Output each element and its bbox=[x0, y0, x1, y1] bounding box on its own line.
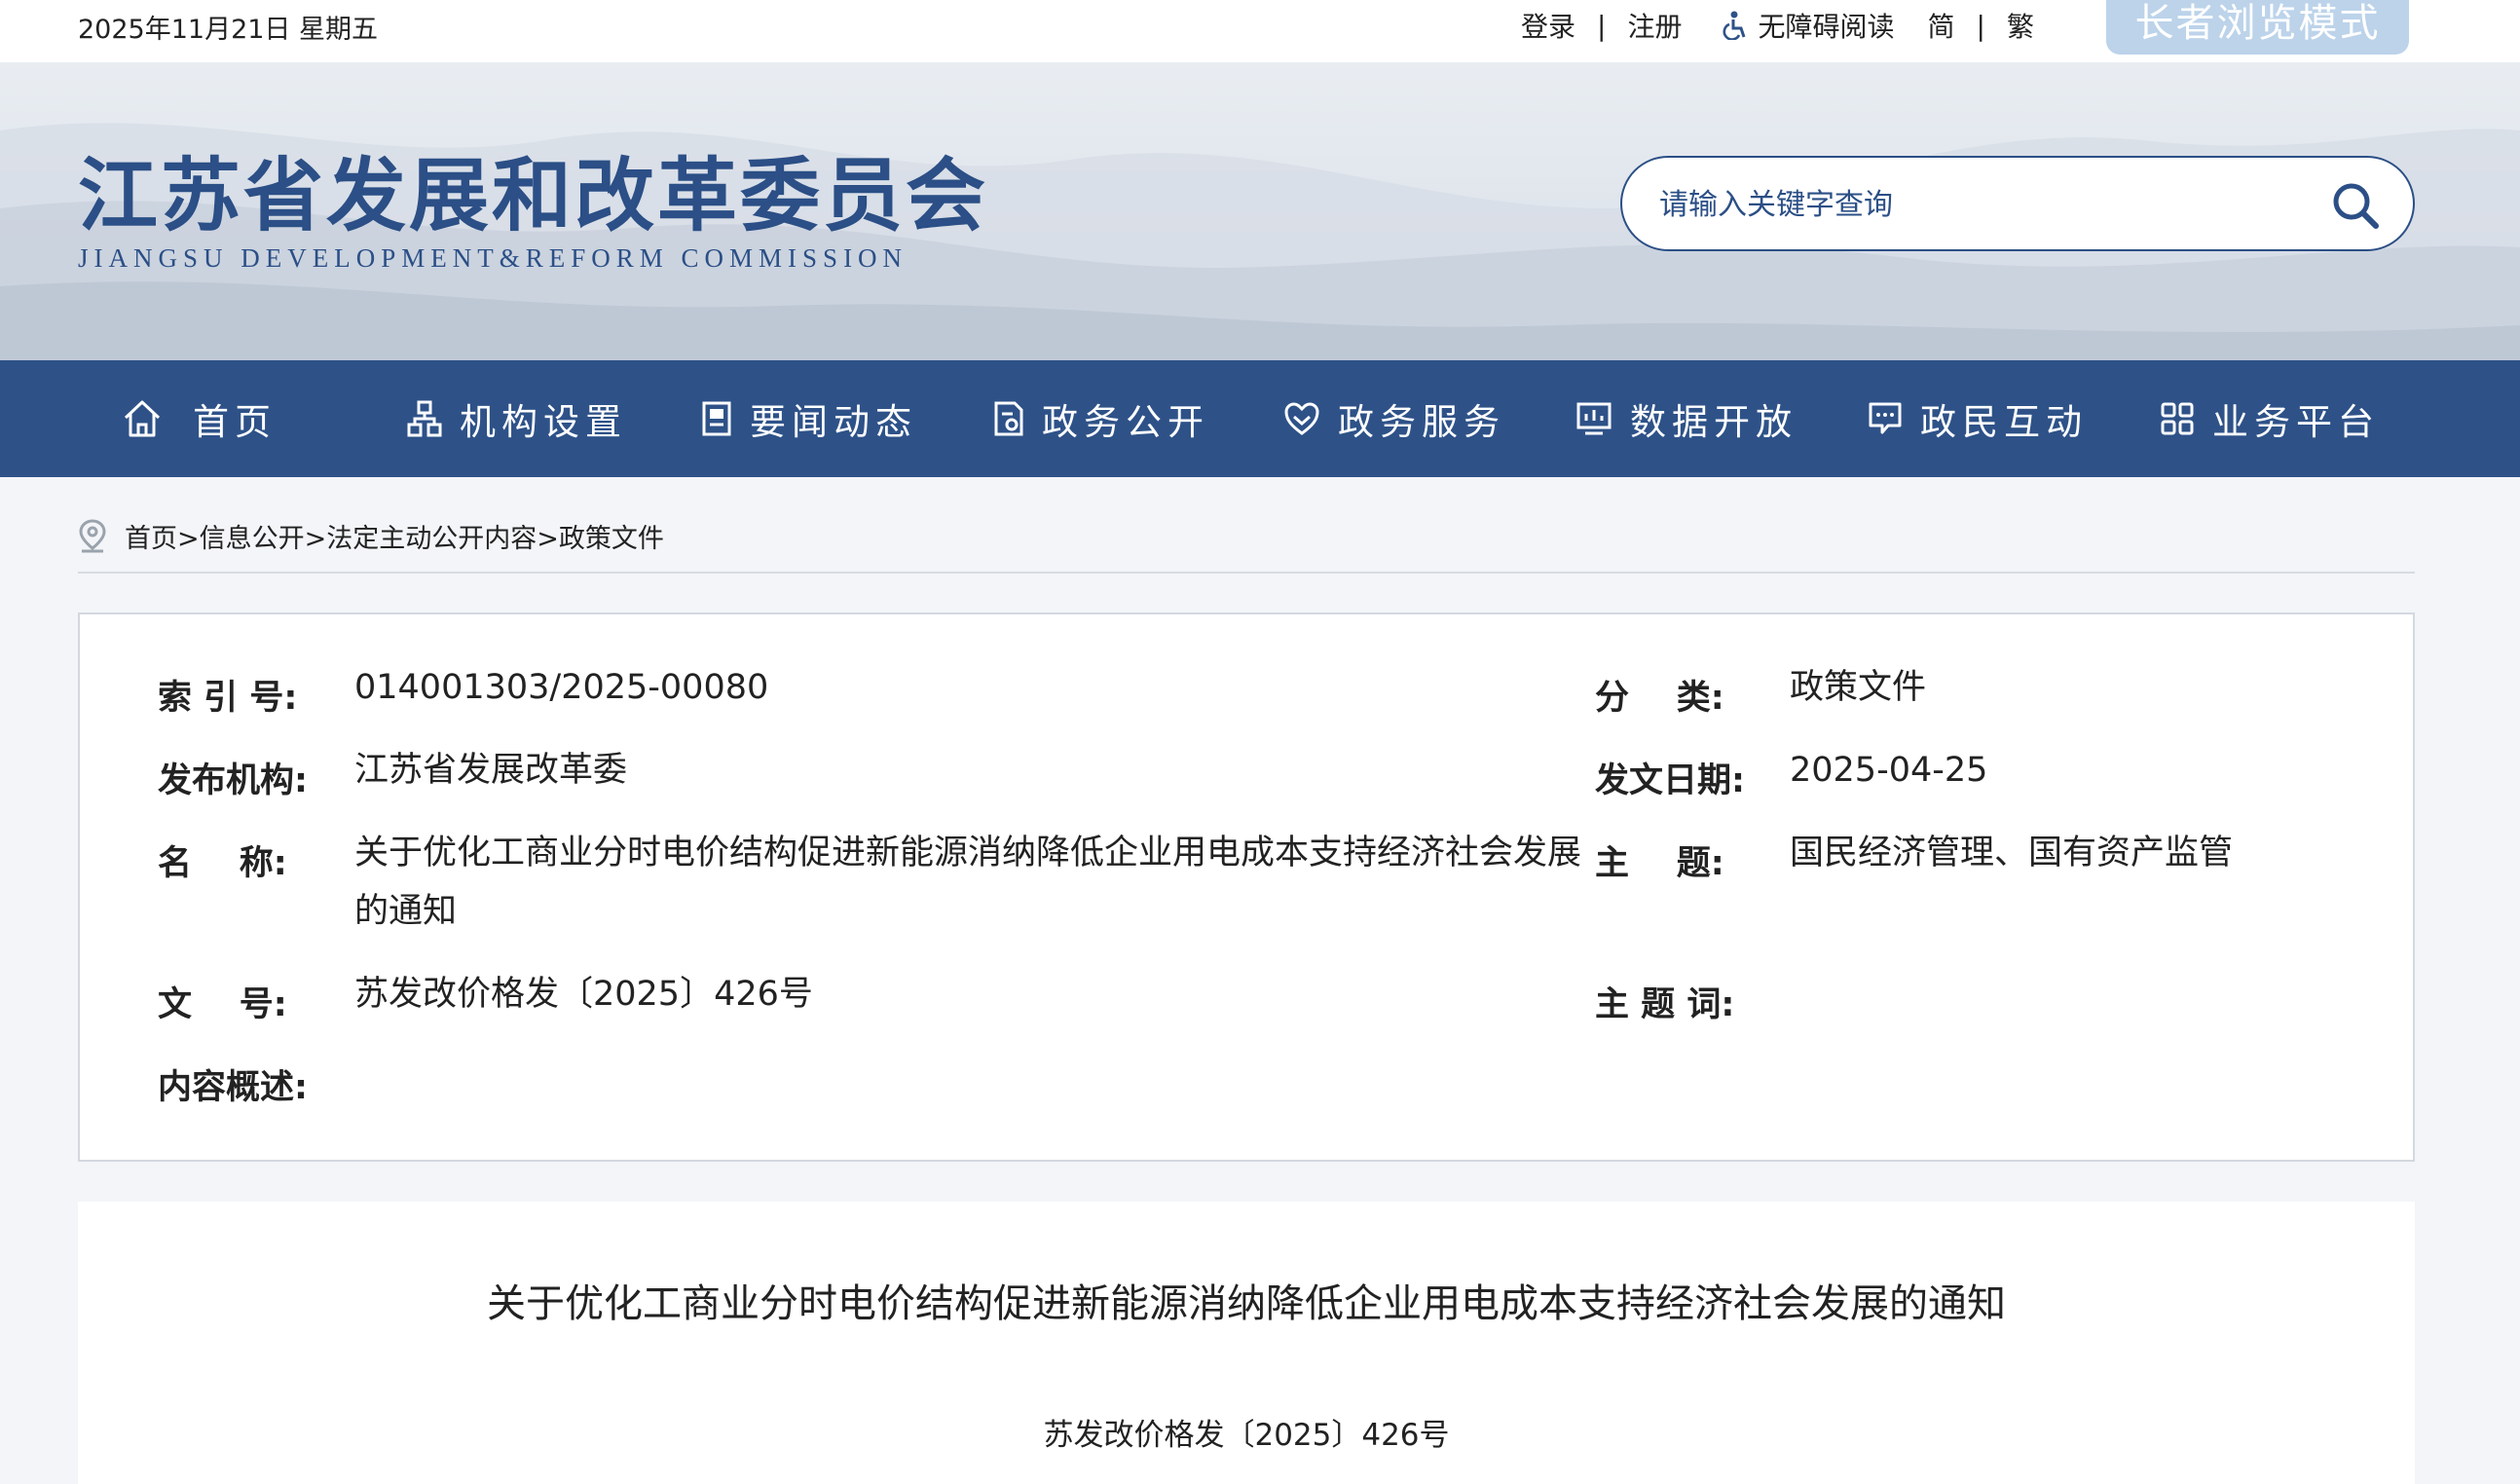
article-title: 关于优化工商业分时电价结构促进新能源消纳降低企业用电成本支持经济社会发展的通知 bbox=[487, 1281, 2006, 1326]
location-pin-icon bbox=[79, 519, 106, 553]
nav-label: 政务服务 bbox=[1338, 401, 1505, 443]
divider: | bbox=[1976, 9, 1985, 42]
accessibility-link[interactable]: 无障碍阅读 bbox=[1723, 6, 1894, 45]
grid-icon bbox=[2161, 402, 2194, 435]
name-label: 名 称: bbox=[158, 844, 287, 883]
nav-label: 机构设置 bbox=[460, 401, 627, 443]
top-links: 登录 | 注册 无障碍阅读 简 | 繁 bbox=[1521, 6, 2034, 45]
docno-value: 苏发改价格发〔2025〕426号 bbox=[354, 975, 813, 1014]
site-header: 江苏省发展和改革委员会 JIANGSU DEVELOPMENT&REFORM C… bbox=[0, 62, 2520, 360]
nav-item-interaction[interactable]: 政民互动 bbox=[1868, 360, 2088, 477]
top-bar: 2025年11月21日 星期五 登录 | 注册 无障碍阅读 简 | 繁 长者浏览… bbox=[0, 0, 2520, 62]
publisher-label: 发布机构: bbox=[158, 761, 308, 800]
current-date: 2025年11月21日 星期五 bbox=[78, 15, 379, 45]
nav-label: 政民互动 bbox=[1920, 401, 2088, 443]
accessibility-label: 无障碍阅读 bbox=[1758, 11, 1895, 43]
breadcrumb-statutory[interactable]: 法定主动公开内容> bbox=[326, 517, 559, 555]
site-subtitle: JIANGSU DEVELOPMENT&REFORM COMMISSION bbox=[78, 243, 908, 273]
org-icon bbox=[407, 400, 442, 437]
nav-item-org[interactable]: 机构设置 bbox=[407, 360, 627, 477]
main-nav: 首页 机构设置 要闻动态 政务公开 政务服务 数据开放 政民互动 业务平台 bbox=[0, 360, 2520, 477]
register-link[interactable]: 注册 bbox=[1627, 6, 1682, 45]
wheelchair-icon bbox=[1723, 11, 1746, 40]
home-icon bbox=[124, 400, 161, 437]
search-box bbox=[1620, 156, 2415, 251]
nav-item-platform[interactable]: 业务平台 bbox=[2160, 360, 2380, 477]
date-value: 2025-04-25 bbox=[1790, 751, 1988, 790]
name-value: 关于优化工商业分时电价结构促进新能源消纳降低企业用电成本支持经济社会发展的通知 bbox=[354, 834, 1582, 931]
divider bbox=[78, 572, 2415, 574]
publisher-value: 江苏省发展改革委 bbox=[354, 751, 628, 790]
date-label: 发文日期: bbox=[1595, 761, 1745, 800]
nav-item-data[interactable]: 数据开放 bbox=[1575, 360, 1797, 477]
divider: | bbox=[1597, 9, 1607, 42]
topic-label: 主 题: bbox=[1595, 844, 1724, 883]
chat-icon bbox=[1869, 402, 1902, 434]
breadcrumb: 首页> 信息公开> 法定主动公开内容> 政策文件 bbox=[78, 516, 664, 555]
index-label: 索 引 号: bbox=[158, 679, 298, 718]
nav-label: 数据开放 bbox=[1630, 401, 1797, 443]
index-value: 014001303/2025-00080 bbox=[354, 668, 769, 707]
search-input[interactable] bbox=[1659, 179, 2302, 230]
nav-label: 首页 bbox=[193, 401, 277, 443]
service-icon bbox=[1284, 402, 1319, 435]
simplified-link[interactable]: 简 bbox=[1927, 6, 1954, 45]
elder-mode-button[interactable]: 长者浏览模式 bbox=[2106, 0, 2409, 55]
category-value: 政策文件 bbox=[1790, 668, 1927, 707]
doc-icon bbox=[994, 401, 1023, 436]
nav-item-gov-service[interactable]: 政务服务 bbox=[1283, 360, 1505, 477]
login-link[interactable]: 登录 bbox=[1521, 6, 1575, 45]
summary-label: 内容概述: bbox=[158, 1068, 308, 1107]
document-info-table: 索 引 号: 014001303/2025-00080 分 类: 政策文件 发布… bbox=[78, 612, 2415, 1162]
keywords-label: 主 题 词: bbox=[1595, 985, 1735, 1024]
nav-item-news[interactable]: 要闻动态 bbox=[701, 360, 917, 477]
breadcrumb-current[interactable]: 政策文件 bbox=[559, 517, 664, 555]
article-content: 关于优化工商业分时电价结构促进新能源消纳降低企业用电成本支持经济社会发展的通知 … bbox=[78, 1202, 2415, 1484]
nav-label: 业务平台 bbox=[2212, 401, 2380, 443]
traditional-link[interactable]: 繁 bbox=[2007, 6, 2034, 45]
news-icon bbox=[702, 401, 731, 436]
nav-item-gov-open[interactable]: 政务公开 bbox=[993, 360, 1209, 477]
nav-item-home[interactable]: 首页 bbox=[121, 360, 277, 477]
docno-label: 文 号: bbox=[158, 985, 287, 1024]
topic-value: 国民经济管理、国有资产监管 bbox=[1790, 834, 2234, 872]
category-label: 分 类: bbox=[1595, 679, 1724, 718]
article-doc-number: 苏发改价格发〔2025〕426号 bbox=[1043, 1418, 1450, 1453]
site-title: 江苏省发展和改革委员会 bbox=[78, 149, 989, 242]
search-icon[interactable] bbox=[2329, 179, 2382, 232]
data-icon bbox=[1576, 402, 1612, 435]
nav-label: 政务公开 bbox=[1042, 401, 1209, 443]
breadcrumb-home[interactable]: 首页> bbox=[125, 517, 200, 555]
breadcrumb-info-open[interactable]: 信息公开> bbox=[200, 517, 327, 555]
nav-label: 要闻动态 bbox=[750, 401, 917, 443]
